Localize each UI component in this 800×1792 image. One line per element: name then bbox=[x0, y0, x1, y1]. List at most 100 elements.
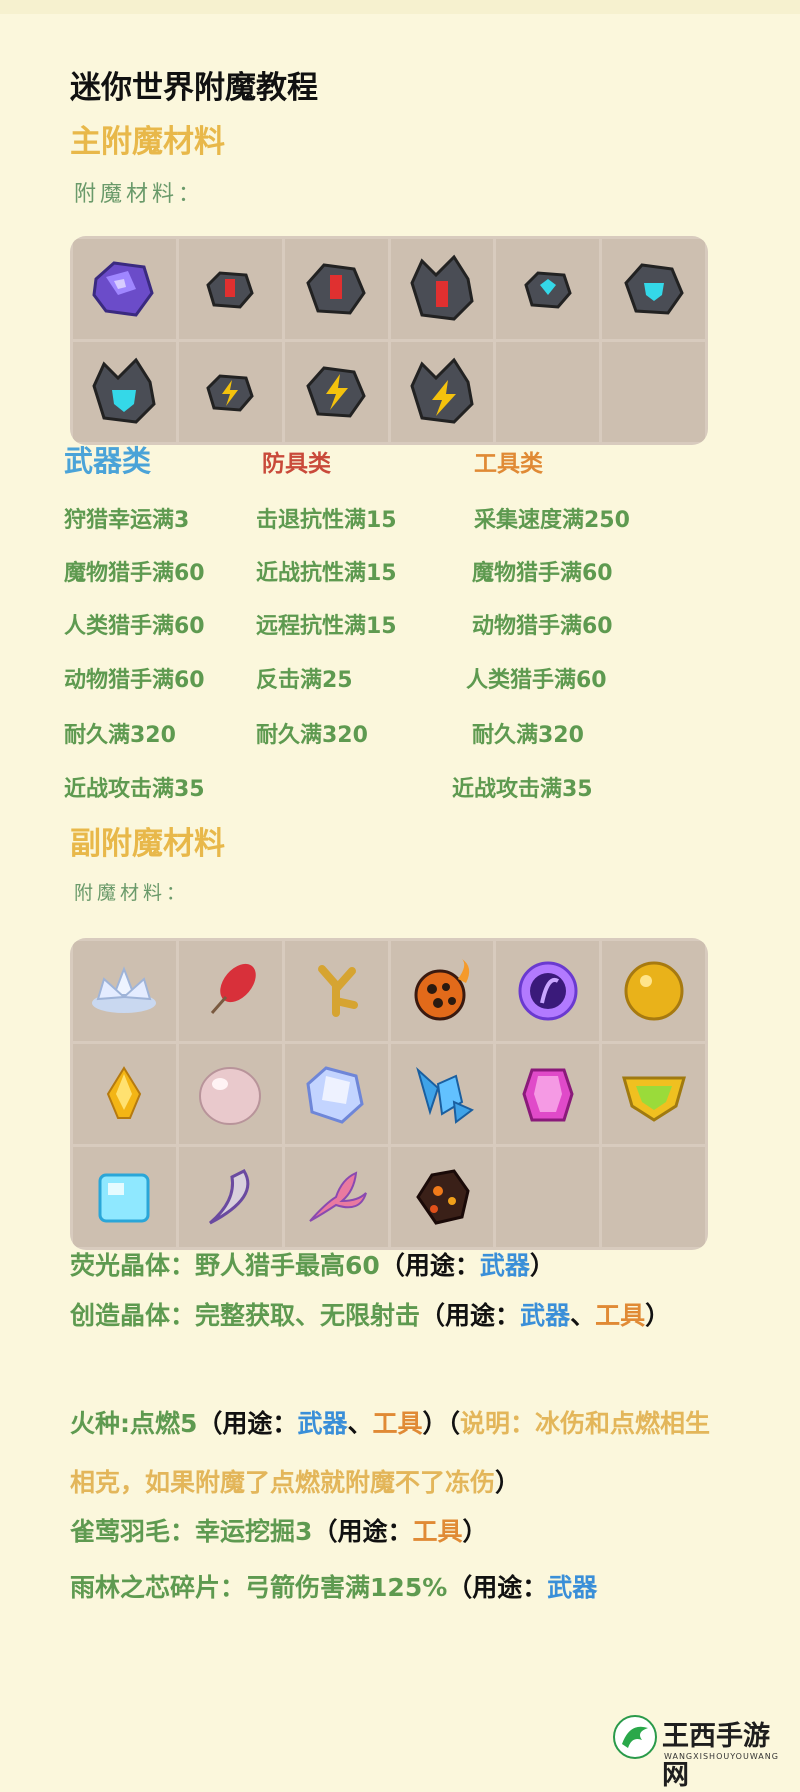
paren-close: ） bbox=[529, 1251, 555, 1280]
usage-tool: 工具 bbox=[412, 1517, 463, 1546]
material-slot[interactable] bbox=[178, 1147, 282, 1247]
yellow-rune-stone-icon bbox=[306, 366, 366, 418]
pearl-orb-icon bbox=[199, 1067, 262, 1125]
material-slot[interactable] bbox=[178, 342, 282, 442]
purple-crystal-stone-icon bbox=[92, 261, 155, 317]
golden-orb-icon bbox=[624, 961, 684, 1021]
material-slot[interactable] bbox=[284, 941, 388, 1041]
material-slot[interactable] bbox=[602, 1044, 705, 1144]
purple-orb-icon bbox=[518, 961, 578, 1021]
material-slot[interactable] bbox=[178, 239, 282, 339]
cyan-rune-stone-small-icon bbox=[524, 271, 572, 309]
separator: : bbox=[120, 1409, 131, 1438]
main-material-heading: 主附魔材料 bbox=[70, 124, 225, 160]
material-slot[interactable] bbox=[284, 1044, 388, 1144]
red-rune-stone-icon bbox=[306, 263, 366, 315]
sub-material-heading: 副附魔材料 bbox=[70, 826, 225, 862]
material-effect: 点燃5 bbox=[130, 1409, 198, 1438]
material-slot[interactable] bbox=[390, 342, 494, 442]
separator: 、 bbox=[347, 1409, 373, 1438]
tool-category-title: 工具类 bbox=[474, 451, 543, 477]
green-gem-badge-icon bbox=[621, 1076, 686, 1122]
material-slot[interactable] bbox=[284, 1147, 388, 1247]
separator: ： bbox=[170, 1301, 196, 1330]
armor-category-title: 防具类 bbox=[262, 451, 331, 477]
material-slot[interactable] bbox=[178, 1044, 282, 1144]
usage-label: （用途： bbox=[379, 1251, 480, 1280]
description-rainforest-core-fragment: 雨林之芯碎片：弓箭伤害满125%（用途：武器 bbox=[70, 1558, 730, 1617]
description-kindling: 火种:点燃5（用途：武器、工具）（说明：冰伤和点燃相生相克，如果附魔了点燃就附魔… bbox=[70, 1394, 730, 1512]
weapon-stat: 人类猎手满60 bbox=[64, 614, 205, 639]
red-rune-stone-large-icon bbox=[410, 254, 474, 321]
description-warbler-feather: 雀莺羽毛：幸运挖掘3（用途：工具） bbox=[70, 1502, 730, 1561]
red-rune-stone-small-icon bbox=[206, 271, 254, 309]
usage-weapon: 武器 bbox=[479, 1251, 530, 1280]
material-slot[interactable] bbox=[73, 1147, 176, 1247]
tool-stat: 动物猎手满60 bbox=[472, 614, 613, 639]
material-name: 雀莺羽毛 bbox=[70, 1517, 171, 1546]
weapon-stat: 耐久满320 bbox=[64, 723, 176, 748]
armor-stat: 远程抗性满15 bbox=[256, 614, 397, 639]
material-slot[interactable] bbox=[390, 1147, 494, 1247]
material-slot[interactable] bbox=[73, 239, 176, 339]
material-slot-empty[interactable] bbox=[496, 1147, 600, 1247]
paren-close: ） bbox=[645, 1301, 671, 1330]
armor-stat: 近战抗性满15 bbox=[256, 561, 397, 586]
top-strip bbox=[0, 0, 800, 14]
material-slot[interactable] bbox=[496, 239, 600, 339]
watermark-domain: WANGXISHOUYOUWANG bbox=[664, 1752, 779, 1761]
weapon-stat: 近战攻击满35 bbox=[64, 777, 205, 802]
paren-close: ） bbox=[495, 1468, 521, 1497]
tool-stat: 耐久满320 bbox=[472, 723, 584, 748]
yellow-rune-stone-large-icon bbox=[410, 357, 474, 424]
weapon-stat: 动物猎手满60 bbox=[64, 668, 205, 693]
material-effect: 完整获取、无限射击 bbox=[195, 1301, 421, 1330]
material-slot[interactable] bbox=[284, 342, 388, 442]
lava-rock-icon bbox=[416, 1169, 470, 1225]
tool-stat: 魔物猎手满60 bbox=[472, 561, 613, 586]
material-slot[interactable] bbox=[73, 941, 176, 1041]
ice-cube-icon bbox=[98, 1173, 150, 1223]
fish-tail-icon bbox=[309, 1171, 368, 1222]
separator: 、 bbox=[570, 1301, 596, 1330]
site-watermark: 王西手游网 WANGXISHOUYOUWANG bbox=[612, 1708, 792, 1791]
usage-label: （用途： bbox=[420, 1301, 521, 1330]
usage-weapon: 武器 bbox=[520, 1301, 571, 1330]
material-slot[interactable] bbox=[73, 342, 176, 442]
material-slot[interactable] bbox=[178, 941, 282, 1041]
separator: ： bbox=[170, 1517, 196, 1546]
sub-material-label: 附魔材料： bbox=[74, 882, 190, 904]
material-slot[interactable] bbox=[602, 239, 705, 339]
material-slot[interactable] bbox=[390, 941, 494, 1041]
main-material-grid bbox=[70, 236, 708, 445]
cyan-rune-stone-icon bbox=[623, 263, 684, 315]
note-label: 说明： bbox=[460, 1409, 536, 1438]
curved-horn-icon bbox=[209, 1169, 250, 1225]
yellow-gem-icon bbox=[107, 1066, 142, 1119]
material-slot-empty[interactable] bbox=[602, 1147, 705, 1247]
usage-label: （用途： bbox=[312, 1517, 413, 1546]
armor-stat: 反击满25 bbox=[256, 668, 353, 693]
site-logo-icon bbox=[613, 1715, 657, 1759]
material-slot[interactable] bbox=[73, 1044, 176, 1144]
separator: ： bbox=[220, 1573, 246, 1602]
main-material-label: 附魔材料： bbox=[74, 182, 205, 207]
ice-crystal-cluster-icon bbox=[415, 1066, 474, 1124]
tool-stat: 近战攻击满35 bbox=[452, 777, 593, 802]
white-lotus-icon bbox=[92, 966, 157, 1013]
paren-close: ） bbox=[422, 1409, 448, 1438]
material-slot[interactable] bbox=[602, 941, 705, 1041]
material-slot[interactable] bbox=[496, 1044, 600, 1144]
material-slot[interactable] bbox=[496, 941, 600, 1041]
material-slot[interactable] bbox=[390, 239, 494, 339]
weapon-stat: 魔物猎手满60 bbox=[64, 561, 205, 586]
material-slot-empty[interactable] bbox=[602, 342, 705, 442]
red-feather-icon bbox=[211, 963, 256, 1014]
paren-close: ） bbox=[462, 1517, 488, 1546]
material-slot[interactable] bbox=[284, 239, 388, 339]
separator: ： bbox=[170, 1251, 196, 1280]
weapon-category-title: 武器类 bbox=[64, 444, 152, 478]
material-effect: 弓箭伤害满125% bbox=[245, 1573, 448, 1602]
material-slot-empty[interactable] bbox=[496, 342, 600, 442]
material-slot[interactable] bbox=[390, 1044, 494, 1144]
